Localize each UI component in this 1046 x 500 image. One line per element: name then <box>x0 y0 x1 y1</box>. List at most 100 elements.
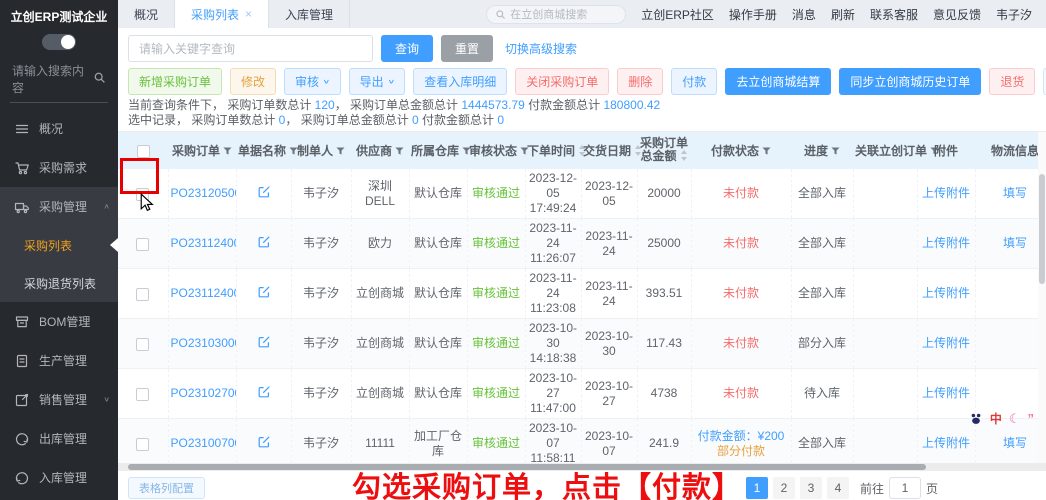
cell-delivery-date: 2023-10-27 <box>581 368 638 420</box>
row-checkbox[interactable] <box>136 287 150 301</box>
sidebar-item-1[interactable]: 采购需求 <box>0 148 118 187</box>
po-link[interactable]: PO2310070001 <box>171 436 236 450</box>
toolbar-button-0[interactable]: 新增采购订单 <box>128 68 223 95</box>
vertical-scrollbar-thumb[interactable] <box>1039 174 1045 285</box>
tab-0[interactable]: 概况 <box>118 0 176 28</box>
top-link-4[interactable]: 联系客服 <box>870 6 918 23</box>
ime-moon-icon[interactable]: ☾ <box>1009 411 1021 427</box>
column-header-11[interactable]: 进度 <box>791 132 853 170</box>
top-link-0[interactable]: 立创ERP社区 <box>641 6 714 23</box>
edit-icon[interactable] <box>257 436 271 452</box>
upload-attachment-link[interactable]: 上传附件 <box>922 236 970 250</box>
filter-icon[interactable] <box>762 145 771 159</box>
column-header-5[interactable]: 所属仓库 <box>409 132 471 170</box>
column-header-9[interactable]: 采购订单总金额 <box>637 132 691 170</box>
keyword-input[interactable]: 请输入关键字查询 <box>128 35 373 63</box>
toolbar-button-7[interactable]: 付款 <box>671 68 718 95</box>
sidebar-item-6[interactable]: 出库管理 <box>0 419 118 458</box>
sidebar-item-0[interactable]: 概况 <box>0 109 118 148</box>
row-checkbox[interactable] <box>136 437 150 451</box>
column-header-7[interactable]: 下单时间 <box>525 132 586 170</box>
edit-icon[interactable] <box>257 236 271 252</box>
edit-icon[interactable] <box>257 386 271 402</box>
toolbar-button-6[interactable]: 删除 <box>617 68 664 95</box>
top-link-1[interactable]: 操作手册 <box>729 6 777 23</box>
row-checkbox[interactable] <box>136 237 150 251</box>
row-checkbox[interactable] <box>136 337 150 351</box>
goto-page-input[interactable]: 1 <box>889 477 922 500</box>
column-header-10[interactable]: 付款状态 <box>691 132 791 170</box>
toolbar-button-8[interactable]: 去立创商城结算 <box>725 68 832 95</box>
sidebar-subitem-2-0[interactable]: 采购列表 <box>0 226 118 264</box>
top-link-3[interactable]: 刷新 <box>831 6 855 23</box>
toolbar-button-1[interactable]: 修改 <box>230 68 277 95</box>
tab-2[interactable]: 入库管理 <box>269 0 351 28</box>
filter-icon[interactable] <box>336 145 345 159</box>
upload-attachment-link[interactable]: 上传附件 <box>922 336 970 350</box>
column-header-12[interactable]: 关联立创订单 <box>853 132 939 170</box>
sidebar-search-input[interactable]: 请输入搜索内容 <box>10 58 108 103</box>
column-header-2[interactable]: 单据名称 <box>236 132 298 170</box>
query-button[interactable]: 查询 <box>381 35 434 63</box>
vertical-scrollbar[interactable] <box>1038 132 1046 464</box>
logistics-fill-link[interactable]: 填写 <box>1003 436 1027 450</box>
row-checkbox[interactable] <box>136 387 150 401</box>
page-number-4[interactable]: 4 <box>827 477 849 500</box>
page-number-3[interactable]: 3 <box>800 477 822 500</box>
sidebar-item-5[interactable]: 销售管理 ∨ <box>0 380 118 419</box>
tab-close-icon[interactable]: × <box>245 7 252 21</box>
edit-icon[interactable] <box>257 186 271 202</box>
column-config-button[interactable]: 表格列配置 <box>128 477 205 500</box>
column-header-1[interactable]: 采购订单 <box>168 132 236 170</box>
cell-logistics <box>975 318 1046 370</box>
top-link-2[interactable]: 消息 <box>792 6 816 23</box>
column-header-6[interactable]: 审核状态 <box>467 132 529 170</box>
select-all-checkbox[interactable] <box>136 145 150 158</box>
sidebar-subitem-2-1[interactable]: 采购退货列表 <box>0 264 118 302</box>
sidebar-item-4[interactable]: 生产管理 <box>0 341 118 380</box>
ime-language-indicator[interactable]: 中 <box>990 410 1002 427</box>
tab-1[interactable]: 采购列表 × <box>175 0 270 28</box>
upload-attachment-link[interactable]: 上传附件 <box>922 436 970 450</box>
sort-icon[interactable] <box>680 150 688 164</box>
sidebar-item-2[interactable]: 采购管理 ∧ <box>0 187 118 226</box>
sidebar-collapse-toggle[interactable] <box>42 34 76 50</box>
po-link[interactable]: PO2310270001 <box>171 386 236 400</box>
po-link[interactable]: PO2310300001 <box>171 336 236 350</box>
toolbar-button-2[interactable]: 审核 ∨ <box>284 68 341 95</box>
bom-icon <box>14 314 30 330</box>
toolbar-button-10[interactable]: 退货 <box>989 68 1036 95</box>
toolbar-button-4[interactable]: 查看入库明细 <box>413 68 508 95</box>
po-link[interactable]: PO2312050002 <box>171 186 236 200</box>
filter-icon[interactable] <box>831 145 840 159</box>
upload-attachment-link[interactable]: 上传附件 <box>922 286 970 300</box>
edit-icon[interactable] <box>257 336 271 352</box>
sidebar-item-3[interactable]: BOM管理 <box>0 302 118 341</box>
pagination: 1 2 3 4 前往 1 页 <box>746 477 938 500</box>
page-number-2[interactable]: 2 <box>773 477 795 500</box>
reset-button[interactable]: 重置 <box>441 35 494 63</box>
logistics-fill-link[interactable]: 填写 <box>1003 186 1027 200</box>
ime-punctuation-icon[interactable]: ” <box>1028 411 1035 426</box>
filter-icon[interactable] <box>223 145 232 159</box>
upload-attachment-link[interactable]: 上传附件 <box>922 386 970 400</box>
edit-icon[interactable] <box>257 286 271 302</box>
sidebar-item-7[interactable]: 入库管理 <box>0 458 118 497</box>
logistics-fill-link[interactable]: 填写 <box>1003 236 1027 250</box>
column-header-4[interactable]: 供应商 <box>351 132 409 170</box>
toolbar-button-3[interactable]: 导出 ∨ <box>348 68 406 95</box>
page-number-1[interactable]: 1 <box>746 477 768 500</box>
advanced-search-link[interactable]: 切换高级搜索 <box>505 40 577 57</box>
upload-attachment-link[interactable]: 上传附件 <box>922 186 970 200</box>
po-link[interactable]: PO2311240002 <box>171 236 236 250</box>
toolbar-button-9[interactable]: 同步立创商城历史订单 <box>839 68 982 95</box>
po-link[interactable]: PO2311240001 <box>171 286 236 300</box>
top-link-5[interactable]: 意见反馈 <box>933 6 981 23</box>
column-header-14[interactable]: 物流信息 <box>975 132 1046 170</box>
filter-icon[interactable] <box>395 145 404 159</box>
user-name[interactable]: 韦子汐 <box>996 6 1032 23</box>
mall-search-input[interactable]: 在立创商城搜索 <box>486 4 627 24</box>
column-header-3[interactable]: 制单人 <box>291 132 351 170</box>
toolbar-button-5[interactable]: 关闭采购订单 <box>515 68 610 95</box>
column-header-8[interactable]: 交货日期 <box>581 132 642 170</box>
